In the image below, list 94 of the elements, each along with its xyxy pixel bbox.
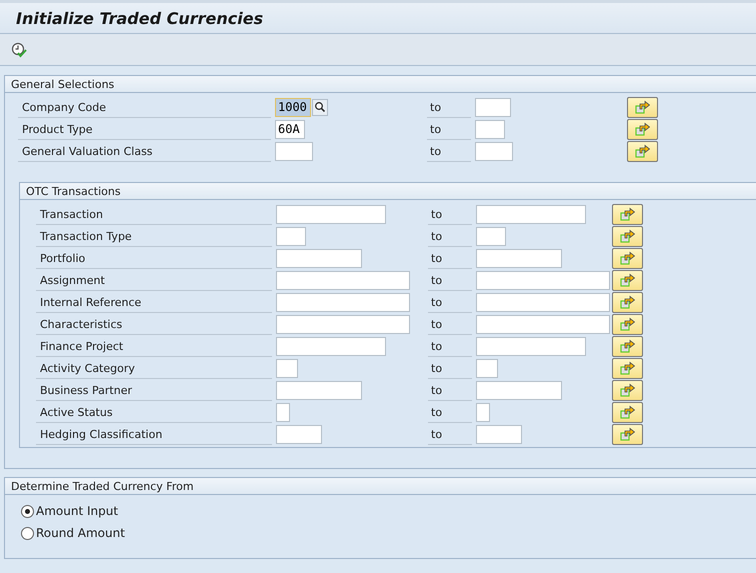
input-field[interactable]	[276, 380, 362, 400]
input-field[interactable]	[276, 292, 410, 312]
to-label: to	[428, 336, 472, 356]
input-field[interactable]	[276, 314, 410, 334]
to-label: to	[427, 140, 471, 162]
to-label: to	[428, 248, 472, 268]
input-field[interactable]	[476, 402, 490, 422]
arrow-box-icon	[620, 295, 636, 309]
input-field[interactable]	[476, 424, 522, 444]
input-field[interactable]: 1000	[275, 98, 311, 116]
input-field[interactable]	[475, 98, 511, 116]
input-field[interactable]	[276, 248, 362, 268]
multiple-selection-button[interactable]	[627, 118, 658, 140]
arrow-box-icon	[634, 122, 650, 136]
section-title: OTC Transactions	[26, 184, 121, 198]
input-field[interactable]	[276, 204, 386, 224]
field-label: Transaction	[36, 204, 272, 224]
field-label: Product Type	[18, 118, 271, 140]
field-label: Transaction Type	[36, 226, 272, 246]
input-field[interactable]	[476, 270, 610, 290]
input-field[interactable]	[476, 314, 610, 334]
multiple-selection-button[interactable]	[627, 140, 658, 162]
field-label: General Valuation Class	[18, 140, 271, 162]
radio-option[interactable]: Round Amount	[21, 522, 125, 544]
arrow-box-icon	[620, 317, 636, 331]
input-field[interactable]	[476, 226, 506, 246]
to-label: to	[428, 314, 472, 334]
multiple-selection-button[interactable]	[612, 314, 643, 334]
multiple-selection-button[interactable]	[612, 292, 643, 312]
arrow-box-icon	[634, 144, 650, 158]
field-label: Active Status	[36, 402, 272, 422]
input-field[interactable]	[475, 142, 513, 160]
input-field[interactable]	[276, 424, 322, 444]
arrow-box-icon	[620, 273, 636, 287]
field-label: Finance Project	[36, 336, 272, 356]
section-title: General Selections	[11, 78, 114, 90]
multiple-selection-button[interactable]	[612, 424, 643, 444]
input-field[interactable]	[476, 292, 610, 312]
arrow-box-icon	[620, 339, 636, 353]
multiple-selection-button[interactable]	[612, 402, 643, 422]
radio-option[interactable]: Amount Input	[21, 500, 118, 522]
to-label: to	[428, 292, 472, 312]
field-label: Portfolio	[36, 248, 272, 268]
to-label: to	[428, 358, 472, 378]
arrow-box-icon	[620, 361, 636, 375]
field-label: Company Code	[18, 96, 271, 118]
input-field[interactable]: 60A	[275, 120, 305, 138]
multiple-selection-button[interactable]	[612, 204, 643, 224]
arrow-box-icon	[620, 383, 636, 397]
clock-check-icon	[11, 42, 27, 58]
input-field[interactable]	[275, 142, 313, 160]
input-field[interactable]	[276, 402, 290, 422]
multiple-selection-button[interactable]	[627, 96, 658, 118]
input-field[interactable]	[476, 204, 586, 224]
input-field[interactable]	[476, 380, 562, 400]
arrow-box-icon	[620, 207, 636, 221]
field-label: Characteristics	[36, 314, 272, 334]
to-label: to	[427, 96, 471, 118]
multiple-selection-button[interactable]	[612, 336, 643, 356]
input-field[interactable]	[276, 358, 298, 378]
input-field[interactable]	[476, 336, 586, 356]
execute-button[interactable]	[10, 40, 28, 58]
arrow-box-icon	[634, 100, 650, 114]
to-label: to	[428, 424, 472, 444]
multiple-selection-button[interactable]	[612, 358, 643, 378]
field-label: Hedging Classification	[36, 424, 272, 444]
field-label: Assignment	[36, 270, 272, 290]
input-field[interactable]	[276, 336, 386, 356]
to-label: to	[428, 270, 472, 290]
window-title: Initialize Traded Currencies	[16, 8, 264, 28]
field-label: Business Partner	[36, 380, 272, 400]
arrow-box-icon	[620, 251, 636, 265]
to-label: to	[428, 226, 472, 246]
input-field[interactable]	[276, 270, 410, 290]
to-label: to	[428, 402, 472, 422]
multiple-selection-button[interactable]	[612, 226, 643, 246]
to-label: to	[428, 204, 472, 224]
to-label: to	[428, 380, 472, 400]
input-field[interactable]	[476, 248, 562, 268]
input-field[interactable]	[476, 358, 498, 378]
arrow-box-icon	[620, 405, 636, 419]
search-help-button[interactable]	[312, 98, 328, 116]
input-field[interactable]	[276, 226, 306, 246]
multiple-selection-button[interactable]	[612, 380, 643, 400]
arrow-box-icon	[620, 427, 636, 441]
field-label: Activity Category	[36, 358, 272, 378]
to-label: to	[427, 118, 471, 140]
section-title: Determine Traded Currency From	[11, 480, 194, 492]
arrow-box-icon	[620, 229, 636, 243]
multiple-selection-button[interactable]	[612, 270, 643, 290]
input-field[interactable]	[475, 120, 505, 138]
field-label: Internal Reference	[36, 292, 272, 312]
search-icon	[314, 101, 326, 113]
multiple-selection-button[interactable]	[612, 248, 643, 268]
